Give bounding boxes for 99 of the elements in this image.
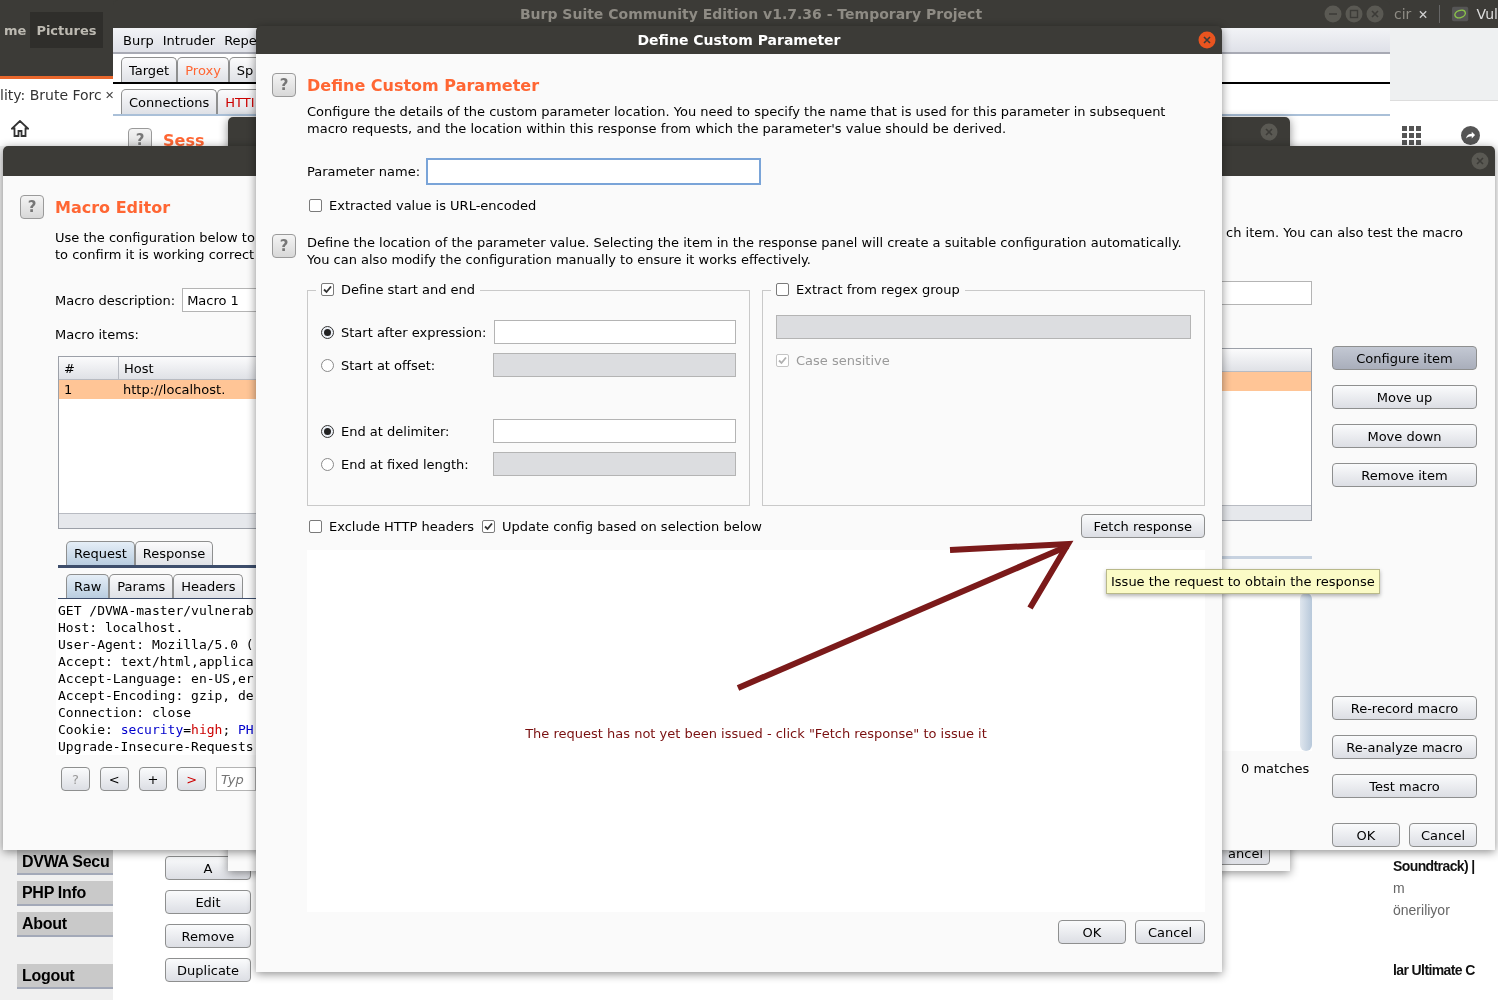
scrollbar[interactable] — [1300, 593, 1312, 751]
macro-action-button[interactable]: Re-record macro — [1332, 696, 1477, 720]
ok-button[interactable]: OK — [1332, 823, 1400, 847]
video-meta: öneriliyor — [1393, 902, 1450, 918]
radio-button[interactable]: End at delimiter: — [321, 423, 485, 439]
menu-item[interactable]: Burp — [123, 32, 154, 48]
browser-tab[interactable]: Vul — [1476, 6, 1498, 22]
regex-checkbox[interactable]: Extract from regex group — [776, 282, 960, 297]
item-action-button[interactable]: Remove item — [1332, 463, 1477, 487]
message-tab[interactable]: Request — [66, 541, 135, 565]
scrollbar[interactable] — [59, 513, 256, 528]
video-title[interactable]: lar Ultimate C — [1393, 962, 1475, 978]
macro-action-button[interactable]: Re-analyze macro — [1332, 735, 1477, 759]
nav-button[interactable]: > — [177, 767, 206, 791]
request-line: Accept-Encoding: gzip, de — [58, 687, 255, 704]
checkmark-icon — [483, 520, 495, 532]
nav-menu-button[interactable]: DVWA Secu — [17, 850, 113, 875]
nav-menu-button[interactable]: Logout — [17, 964, 113, 989]
help-button[interactable]: ? — [272, 234, 296, 258]
minimize-icon[interactable] — [1324, 5, 1342, 23]
request-line: Host: localhost. — [58, 619, 185, 636]
window-title: Burp Suite Community Edition v1.7.36 - Temporary Project — [519, 6, 983, 22]
update-config-checkbox[interactable]: Update config based on selection below — [482, 518, 762, 534]
section-label: Macro items: — [55, 327, 140, 342]
nav-button[interactable]: < — [99, 767, 129, 791]
table-row[interactable]: 1 http://localhost. — [59, 380, 256, 399]
view-tab[interactable]: Headers — [173, 574, 244, 598]
video-meta: m — [1393, 880, 1405, 896]
fetch-response-button[interactable]: Fetch response — [1080, 514, 1205, 538]
close-icon[interactable] — [1419, 9, 1428, 19]
checkmark-icon — [777, 355, 788, 366]
view-tab[interactable]: Raw — [66, 574, 110, 598]
description-field[interactable] — [1222, 281, 1312, 305]
intro-text: to confirm it is working correct — [55, 246, 256, 263]
session-rule-button[interactable]: Duplicate — [165, 958, 251, 982]
match-count: 0 matches — [1241, 761, 1310, 776]
home-icon[interactable] — [11, 120, 29, 137]
window-tab[interactable]: Pictures — [30, 12, 103, 48]
request-line: Accept-Language: en-US,er — [58, 670, 255, 687]
search-field[interactable]: Typ — [216, 767, 256, 791]
expression-field[interactable] — [492, 419, 736, 443]
fetch-tooltip: Issue the request to obtain the response — [1106, 569, 1380, 594]
options-tab[interactable]: Connections — [121, 89, 218, 114]
browser-tab-icon — [1452, 6, 1469, 22]
exclude-headers-checkbox[interactable]: Exclude HTTP headers — [309, 518, 475, 534]
view-tab[interactable]: Params — [109, 574, 174, 598]
radio-button[interactable]: Start after expression: — [321, 324, 486, 340]
intro-text: Configure the details of the custom parameter location. You need to specify the name that is used for this parameter in subsequent macro requests, and the location within this response from which the parameter's value should be derived. — [307, 103, 1167, 137]
session-rule-button[interactable]: Remove — [165, 924, 251, 948]
request-line: User-Agent: Mozilla/5.0 ( — [58, 636, 255, 653]
item-action-button[interactable]: Move down — [1332, 424, 1477, 448]
tool-tab[interactable]: Target — [121, 57, 178, 82]
nav-button[interactable]: + — [138, 767, 168, 791]
menu-item[interactable]: Repe — [224, 32, 257, 48]
request-line: Accept: text/html,applica — [58, 653, 255, 670]
table-row[interactable] — [1222, 372, 1311, 391]
item-action-button[interactable]: Move up — [1332, 385, 1477, 409]
intro-text: Use the configuration below to — [55, 229, 256, 246]
browser-tab[interactable]: lity: Brute Forc — [0, 76, 113, 110]
close-icon[interactable] — [105, 89, 113, 100]
parameter-name-field[interactable] — [426, 158, 761, 185]
start-end-checkbox[interactable]: Define start and end — [321, 282, 476, 297]
nav-menu-button[interactable]: About — [17, 912, 113, 937]
apps-grid-icon[interactable] — [1402, 126, 1421, 145]
menu-item[interactable]: Intruder — [162, 32, 216, 48]
field-label: Macro description: — [55, 292, 176, 308]
cancel-button[interactable]: Cancel — [1409, 823, 1477, 847]
help-text: Define the location of the parameter value. Selecting the item in the response panel will create a suitable configuration automatically. You can also modify the configuration manually to ensure it works effectively. — [307, 234, 1183, 268]
column-header[interactable]: # — [59, 357, 119, 379]
expression-field[interactable] — [494, 320, 736, 344]
request-line: Connection: close — [58, 704, 193, 721]
video-title[interactable]: Soundtrack) | — [1393, 858, 1475, 874]
response-message: The request has not yet been issued - click "Fetch response" to issue it — [525, 726, 987, 741]
help-button[interactable]: ? — [20, 195, 44, 219]
nav-menu-button[interactable]: PHP Info — [17, 881, 113, 906]
request-line: GET /DVWA-master/vulnerab — [58, 602, 255, 619]
ok-button[interactable]: OK — [1058, 920, 1126, 944]
message-tab[interactable]: Response — [134, 541, 214, 565]
item-action-button[interactable]: Configure item — [1332, 346, 1477, 370]
field-label: Parameter name: — [307, 164, 420, 179]
description-field[interactable]: Macro 1 — [182, 288, 256, 312]
close-icon[interactable] — [1198, 31, 1216, 49]
help-button[interactable]: ? — [272, 73, 296, 97]
request-line: Cookie: security=high; PH — [58, 721, 255, 738]
url-encoded-checkbox[interactable]: Extracted value is URL-encoded — [309, 198, 537, 213]
cancel-button[interactable]: Cancel — [1135, 920, 1205, 944]
dialog-heading: Macro Editor — [55, 197, 171, 217]
intro-text: ch item. You can also test the macro — [1226, 224, 1464, 241]
dialog-heading: Define Custom Parameter — [307, 75, 540, 95]
section-title: Sess — [163, 130, 205, 150]
request-line: Upgrade-Insecure-Requests — [58, 738, 255, 755]
window-title: Define Custom Parameter — [637, 32, 841, 48]
session-rule-button[interactable]: Edit — [165, 890, 251, 914]
maximize-icon[interactable] — [1345, 5, 1363, 23]
macro-action-button[interactable]: Test macro — [1332, 774, 1477, 798]
share-icon[interactable] — [1461, 126, 1480, 145]
window-tab[interactable]: me — [0, 12, 31, 48]
checkmark-icon — [322, 284, 333, 295]
scrollbar[interactable] — [1222, 505, 1311, 520]
